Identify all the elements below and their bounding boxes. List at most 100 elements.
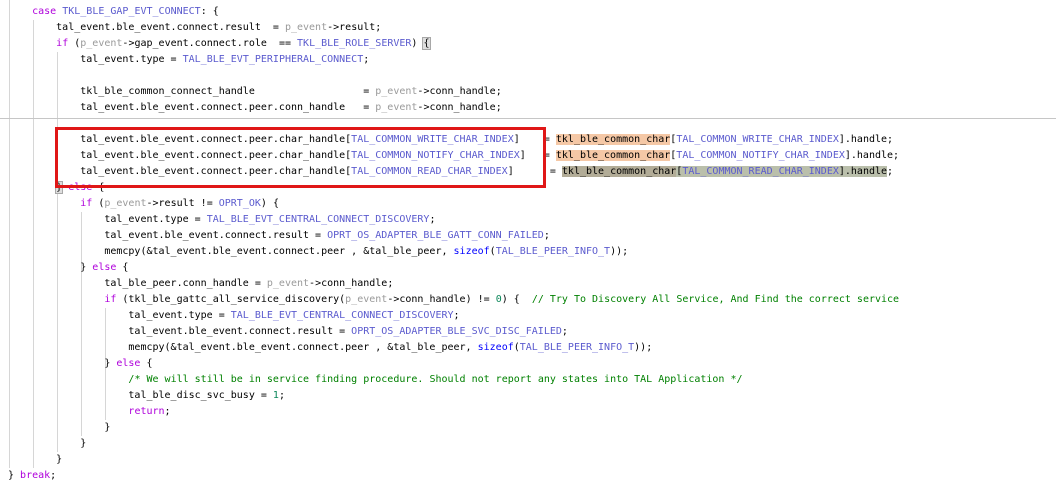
code-token: ->conn_handle; (417, 102, 501, 113)
code-token: ; (363, 54, 369, 65)
code-token: ] = (514, 134, 556, 145)
code-token: if (56, 38, 68, 49)
code-token: ].handle; (839, 134, 893, 145)
code-token: TAL_BLE_EVT_CENTRAL_CONNECT_DISCOVERY (231, 310, 454, 321)
code-token: memcpy(&tal_event.ble_event.connect.peer… (8, 342, 478, 353)
code-token: ->conn_handle) != (387, 294, 495, 305)
code-line[interactable]: tal_event.type = TAL_BLE_EVT_PERIPHERAL_… (8, 52, 1056, 68)
code-token: TKL_BLE_ROLE_SERVER (297, 38, 411, 49)
code-token: } (8, 470, 20, 481)
code-token: ].handle; (845, 150, 899, 161)
code-token: } (8, 262, 92, 273)
code-token: tal_ble_peer.conn_handle = (8, 278, 267, 289)
code-line[interactable]: return; (8, 404, 1056, 420)
code-token: ; (887, 166, 893, 177)
code-token: (tkl_ble_gattc_all_service_discovery( (116, 294, 345, 305)
code-line[interactable]: tal_event.ble_event.connect.peer.char_ha… (8, 164, 1056, 180)
code-token (8, 6, 32, 17)
code-token: ; (279, 390, 285, 401)
code-line[interactable]: tal_event.ble_event.connect.result = OPR… (8, 228, 1056, 244)
code-token: TAL_COMMON_WRITE_CHAR_INDEX (676, 134, 839, 145)
code-line[interactable]: tal_event.ble_event.connect.result = OPR… (8, 324, 1056, 340)
code-token: OPRT_OS_ADAPTER_BLE_SVC_DISC_FAILED (351, 326, 562, 337)
code-line[interactable]: if (tkl_ble_gattc_all_service_discovery(… (8, 292, 1056, 308)
code-token: ; (50, 470, 56, 481)
code-token: // Try To Discovery All Service, And Fin… (532, 294, 899, 305)
code-token: case (32, 6, 56, 17)
code-token (8, 182, 56, 193)
code-token: TAL_BLE_PEER_INFO_T (496, 246, 610, 257)
code-line[interactable] (8, 68, 1056, 84)
code-token: ( (68, 38, 80, 49)
code-token: memcpy(&tal_event.ble_event.connect.peer… (8, 246, 454, 257)
code-token: p_event (375, 86, 417, 97)
code-token: p_event (375, 102, 417, 113)
code-line[interactable]: } (8, 420, 1056, 436)
code-line[interactable]: tal_ble_peer.conn_handle = p_event->conn… (8, 276, 1056, 292)
code-line[interactable]: /* We will still be in service finding p… (8, 372, 1056, 388)
code-token: tal_event.ble_event.connect.peer.conn_ha… (8, 102, 375, 113)
code-token: sizeof (454, 246, 490, 257)
code-token: TAL_BLE_EVT_CENTRAL_CONNECT_DISCOVERY (207, 214, 430, 225)
code-line[interactable]: tal_event.ble_event.connect.peer.conn_ha… (8, 100, 1056, 116)
code-token: tal_event.type = (8, 310, 231, 321)
code-line[interactable]: } break; (8, 468, 1056, 484)
code-line[interactable]: tal_event.ble_event.connect.peer.char_ha… (8, 148, 1056, 164)
code-line[interactable]: } else { (8, 260, 1056, 276)
code-token: } (8, 438, 86, 449)
code-token (8, 294, 104, 305)
code-token: p_event (345, 294, 387, 305)
code-token: ) { (261, 198, 279, 209)
code-line[interactable]: tkl_ble_common_connect_handle = p_event-… (8, 84, 1056, 100)
code-token: ->conn_handle; (417, 86, 501, 97)
code-token: if (80, 198, 92, 209)
code-token: tal_event.type = (8, 214, 207, 225)
code-line[interactable]: tal_event.type = TAL_BLE_EVT_CENTRAL_CON… (8, 308, 1056, 324)
code-line[interactable]: tal_event.ble_event.connect.result = p_e… (8, 20, 1056, 36)
code-token: } (8, 454, 62, 465)
code-token: tal_event.ble_event.connect.result = (8, 22, 285, 33)
code-line[interactable]: if (p_event->result != OPRT_OK) { (8, 196, 1056, 212)
code-line[interactable]: memcpy(&tal_event.ble_event.connect.peer… (8, 340, 1056, 356)
code-token: TAL_COMMON_READ_CHAR_INDEX (682, 166, 839, 177)
code-line[interactable]: } else { (8, 180, 1056, 196)
code-token: TKL_BLE_GAP_EVT_CONNECT (62, 6, 200, 17)
code-line[interactable]: } else { (8, 356, 1056, 372)
code-token: } (8, 422, 110, 433)
code-line[interactable]: tal_event.ble_event.connect.peer.char_ha… (8, 132, 1056, 148)
code-token: OPRT_OS_ADAPTER_BLE_GATT_CONN_FAILED (327, 230, 544, 241)
code-line[interactable] (8, 116, 1056, 132)
code-token: ; (454, 310, 460, 321)
code-token (8, 198, 80, 209)
code-token: TAL_BLE_PEER_INFO_T (520, 342, 634, 353)
code-line[interactable]: } (8, 452, 1056, 468)
code-token: if (104, 294, 116, 305)
code-line[interactable]: } (8, 436, 1056, 452)
code-token: { (423, 38, 429, 49)
code-token: else (116, 358, 140, 369)
code-token: tkl_ble_common_char (556, 134, 670, 145)
code-token: )); (610, 246, 628, 257)
code-line[interactable]: memcpy(&tal_event.ble_event.connect.peer… (8, 244, 1056, 260)
code-token: tal_event.ble_event.connect.result = (8, 230, 327, 241)
code-token: tal_event.ble_event.connect.peer.char_ha… (8, 166, 351, 177)
code-area[interactable]: case TKL_BLE_GAP_EVT_CONNECT: { tal_even… (0, 4, 1056, 484)
code-token: ) (411, 38, 423, 49)
code-token: TAL_COMMON_NOTIFY_CHAR_INDEX (351, 150, 520, 161)
code-token: TAL_COMMON_READ_CHAR_INDEX (351, 166, 508, 177)
code-token: tal_event.ble_event.connect.result = (8, 326, 351, 337)
code-token: /* We will still be in service finding p… (128, 374, 742, 385)
code-line[interactable]: case TKL_BLE_GAP_EVT_CONNECT: { (8, 4, 1056, 20)
code-token: TAL_BLE_EVT_PERIPHERAL_CONNECT (183, 54, 364, 65)
code-line[interactable]: if (p_event->gap_event.connect.role == T… (8, 36, 1056, 52)
code-token: { (140, 358, 152, 369)
code-token: ; (429, 214, 435, 225)
code-token: p_event (267, 278, 309, 289)
code-token: ->result; (327, 22, 381, 33)
code-token: ] = (520, 150, 556, 161)
code-token: else (68, 182, 92, 193)
code-token: tkl_ble_common_connect_handle = (8, 86, 375, 97)
code-line[interactable]: tal_event.type = TAL_BLE_EVT_CENTRAL_CON… (8, 212, 1056, 228)
code-line[interactable]: tal_ble_disc_svc_busy = 1; (8, 388, 1056, 404)
code-token: tkl_ble_common_char (562, 166, 676, 177)
